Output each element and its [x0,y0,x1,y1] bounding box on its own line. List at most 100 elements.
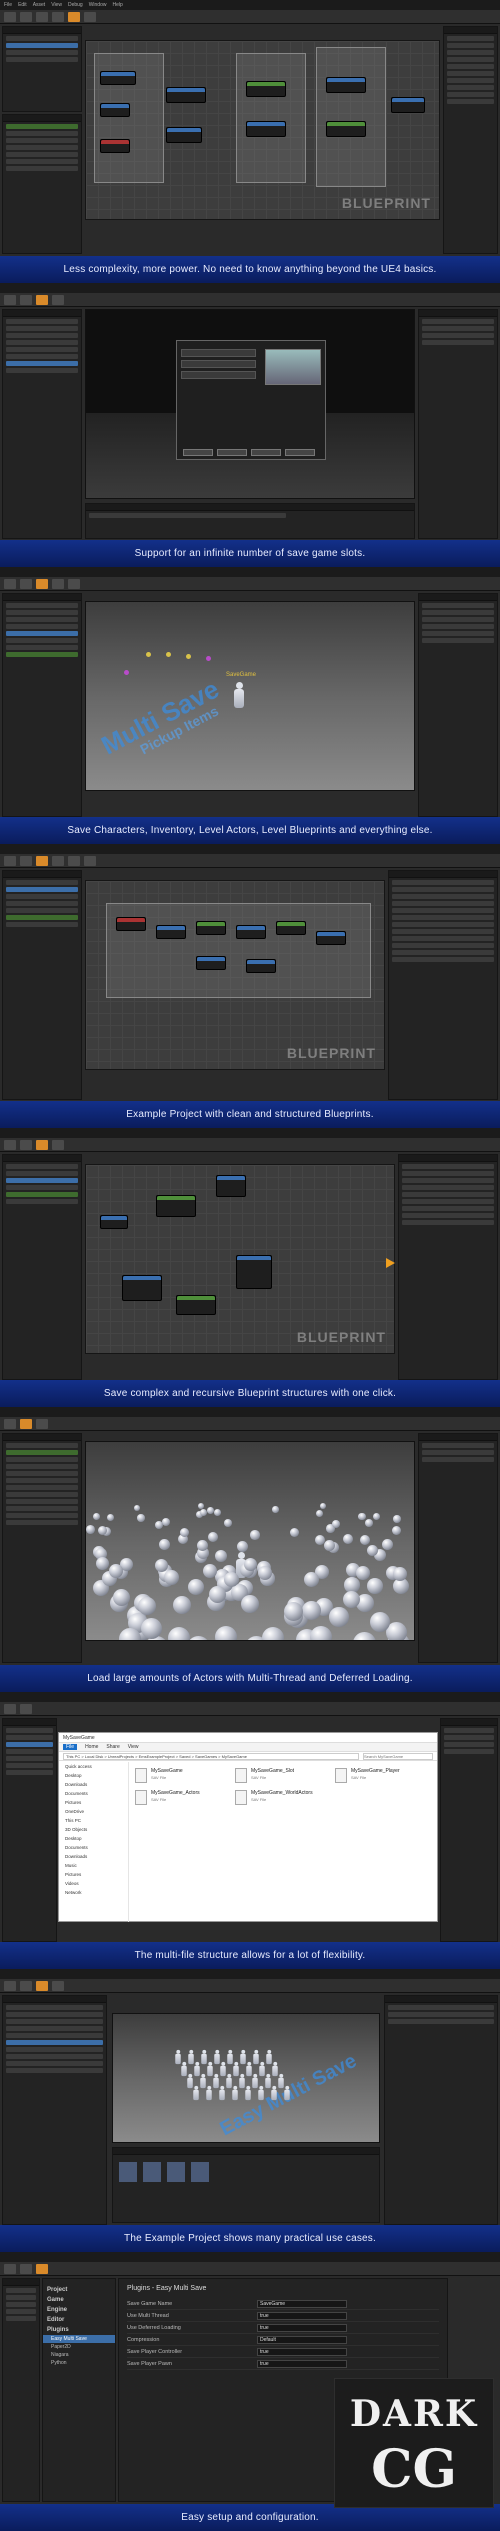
caption-7: The multi-file structure allows for a lo… [0,1942,500,1969]
caption-5: Save complex and recursive Blueprint str… [0,1380,500,1407]
play-button[interactable] [68,11,80,22]
nav-item[interactable]: Desktop [59,1834,128,1843]
file-item[interactable]: MySaveGame_Actors SAV File [135,1789,230,1807]
menu-view[interactable]: View [51,2,62,8]
nav-item[interactable]: Downloads [59,1780,128,1789]
save-game-button[interactable] [217,449,247,456]
tab-home[interactable]: Home [85,1744,98,1750]
plugin-entry[interactable]: Python [43,2359,115,2367]
slot-2[interactable] [181,360,256,368]
recursive-graph[interactable]: BLUEPRINT [85,1164,395,1354]
back-button[interactable] [285,449,315,456]
load-game-button[interactable] [183,449,213,456]
browse-button[interactable] [36,11,48,22]
nav-item[interactable]: This PC [59,1816,128,1825]
nav-item[interactable]: OneDrive [59,1807,128,1816]
menu-help[interactable]: Help [112,2,122,8]
debug-button[interactable] [84,11,96,22]
nav-item[interactable]: Pictures [59,1870,128,1879]
delete-button[interactable] [251,449,281,456]
character-actor [266,2049,272,2065]
menu-debug[interactable]: Debug [68,2,83,8]
compile-button[interactable] [4,11,16,22]
plugin-entry[interactable]: Easy Multi Save [43,2335,115,2343]
caption-9: Easy setup and configuration. [0,2504,500,2531]
sphere-actor [107,1514,115,1522]
sphere-actor [329,1607,349,1627]
sphere-actor [310,1626,332,1640]
nav-item[interactable]: Videos [59,1879,128,1888]
game-viewport[interactable] [85,309,415,499]
sphere-actor [224,1572,240,1588]
menu-edit[interactable]: Edit [18,2,27,8]
nav-item[interactable]: Quick access [59,1762,128,1771]
settings-value[interactable]: SaveGame [257,2299,347,2308]
settings-section[interactable]: Engine [43,2305,115,2315]
file-item[interactable]: MySaveGame_Slot SAV File [235,1767,330,1785]
character-actor [259,2061,265,2077]
menu-file[interactable]: File [4,2,12,8]
explorer-title: MySaveGame [59,1733,437,1743]
my-blueprint-panel-2 [2,870,82,1100]
sphere-actor [320,1503,327,1510]
actors-viewport[interactable] [85,1441,415,1641]
menu-asset[interactable]: Asset [33,2,46,8]
file-item[interactable]: MySaveGame_WorldActors SAV File [235,1789,330,1807]
character-actor [194,2061,200,2077]
character-actor [272,2061,278,2077]
slot-3[interactable] [181,371,256,379]
file-item[interactable]: MySaveGame SAV File [135,1767,230,1785]
save-button[interactable] [20,11,32,22]
sphere-actor [214,1509,221,1516]
settings-value[interactable]: true [257,2359,347,2368]
tab-share[interactable]: Share [106,1744,119,1750]
settings-section[interactable]: Project [43,2285,115,2295]
screenshot-level-viewport: Multi Save Pickup Items SaveGame [0,567,500,817]
settings-section[interactable]: Plugins [43,2325,115,2335]
address-bar[interactable]: This PC > Local Disk > UnrealProjects > … [63,1752,359,1760]
settings-value[interactable]: Default [257,2335,347,2344]
search-input[interactable] [363,1752,433,1760]
sphere-actor [324,1540,335,1551]
tab-view[interactable]: View [128,1744,139,1750]
file-name: MySaveGame_WorldActors [251,1790,313,1796]
settings-value[interactable]: true [257,2347,347,2356]
sphere-actor [162,1518,171,1527]
details-panel-2 [388,870,498,1100]
file-icon [135,1768,147,1783]
arrow-right-icon [386,1258,395,1268]
file-item[interactable]: MySaveGame_Player SAV File [335,1767,430,1785]
tab-file[interactable]: File [63,1744,78,1750]
nav-item[interactable]: Documents [59,1843,128,1852]
plugin-entry[interactable]: Paper2D [43,2343,115,2351]
file-type: SAV File [251,1797,267,1802]
nav-item[interactable]: Downloads [59,1852,128,1861]
nav-pane: Quick access Desktop Downloads Documents Pic… [59,1762,129,1922]
event-graph[interactable]: BLUEPRINT [85,40,440,220]
menu-window[interactable]: Window [89,2,107,8]
blueprint-watermark: BLUEPRINT [341,195,431,211]
settings-section[interactable]: Editor [43,2315,115,2325]
sphere-actor [215,1626,237,1640]
level-viewport[interactable]: Multi Save Pickup Items SaveGame [85,601,415,791]
settings-value[interactable]: true [257,2323,347,2332]
settings-value[interactable]: true [257,2311,347,2320]
menu-bar: File Edit Asset View Debug Window Help [0,0,500,10]
settings-section[interactable]: Game [43,2295,115,2305]
character-actor [201,2049,207,2065]
find-button[interactable] [52,11,64,22]
nav-item[interactable]: Network [59,1888,128,1897]
example-event-graph[interactable]: BLUEPRINT [85,880,385,1070]
nav-item[interactable]: Documents [59,1789,128,1798]
my-blueprint-panel [2,114,82,254]
nav-item[interactable]: Music [59,1861,128,1870]
character-actor [240,2049,246,2065]
slot-1[interactable] [181,349,256,357]
character-actor [214,2049,220,2065]
example-viewport[interactable]: Easy Multi Save [112,2013,380,2143]
nav-item[interactable]: 3D Objects [59,1825,128,1834]
nav-item[interactable]: Desktop [59,1771,128,1780]
plugin-entry[interactable]: Niagara [43,2351,115,2359]
nav-item[interactable]: Pictures [59,1798,128,1807]
character-actor [245,2085,251,2101]
